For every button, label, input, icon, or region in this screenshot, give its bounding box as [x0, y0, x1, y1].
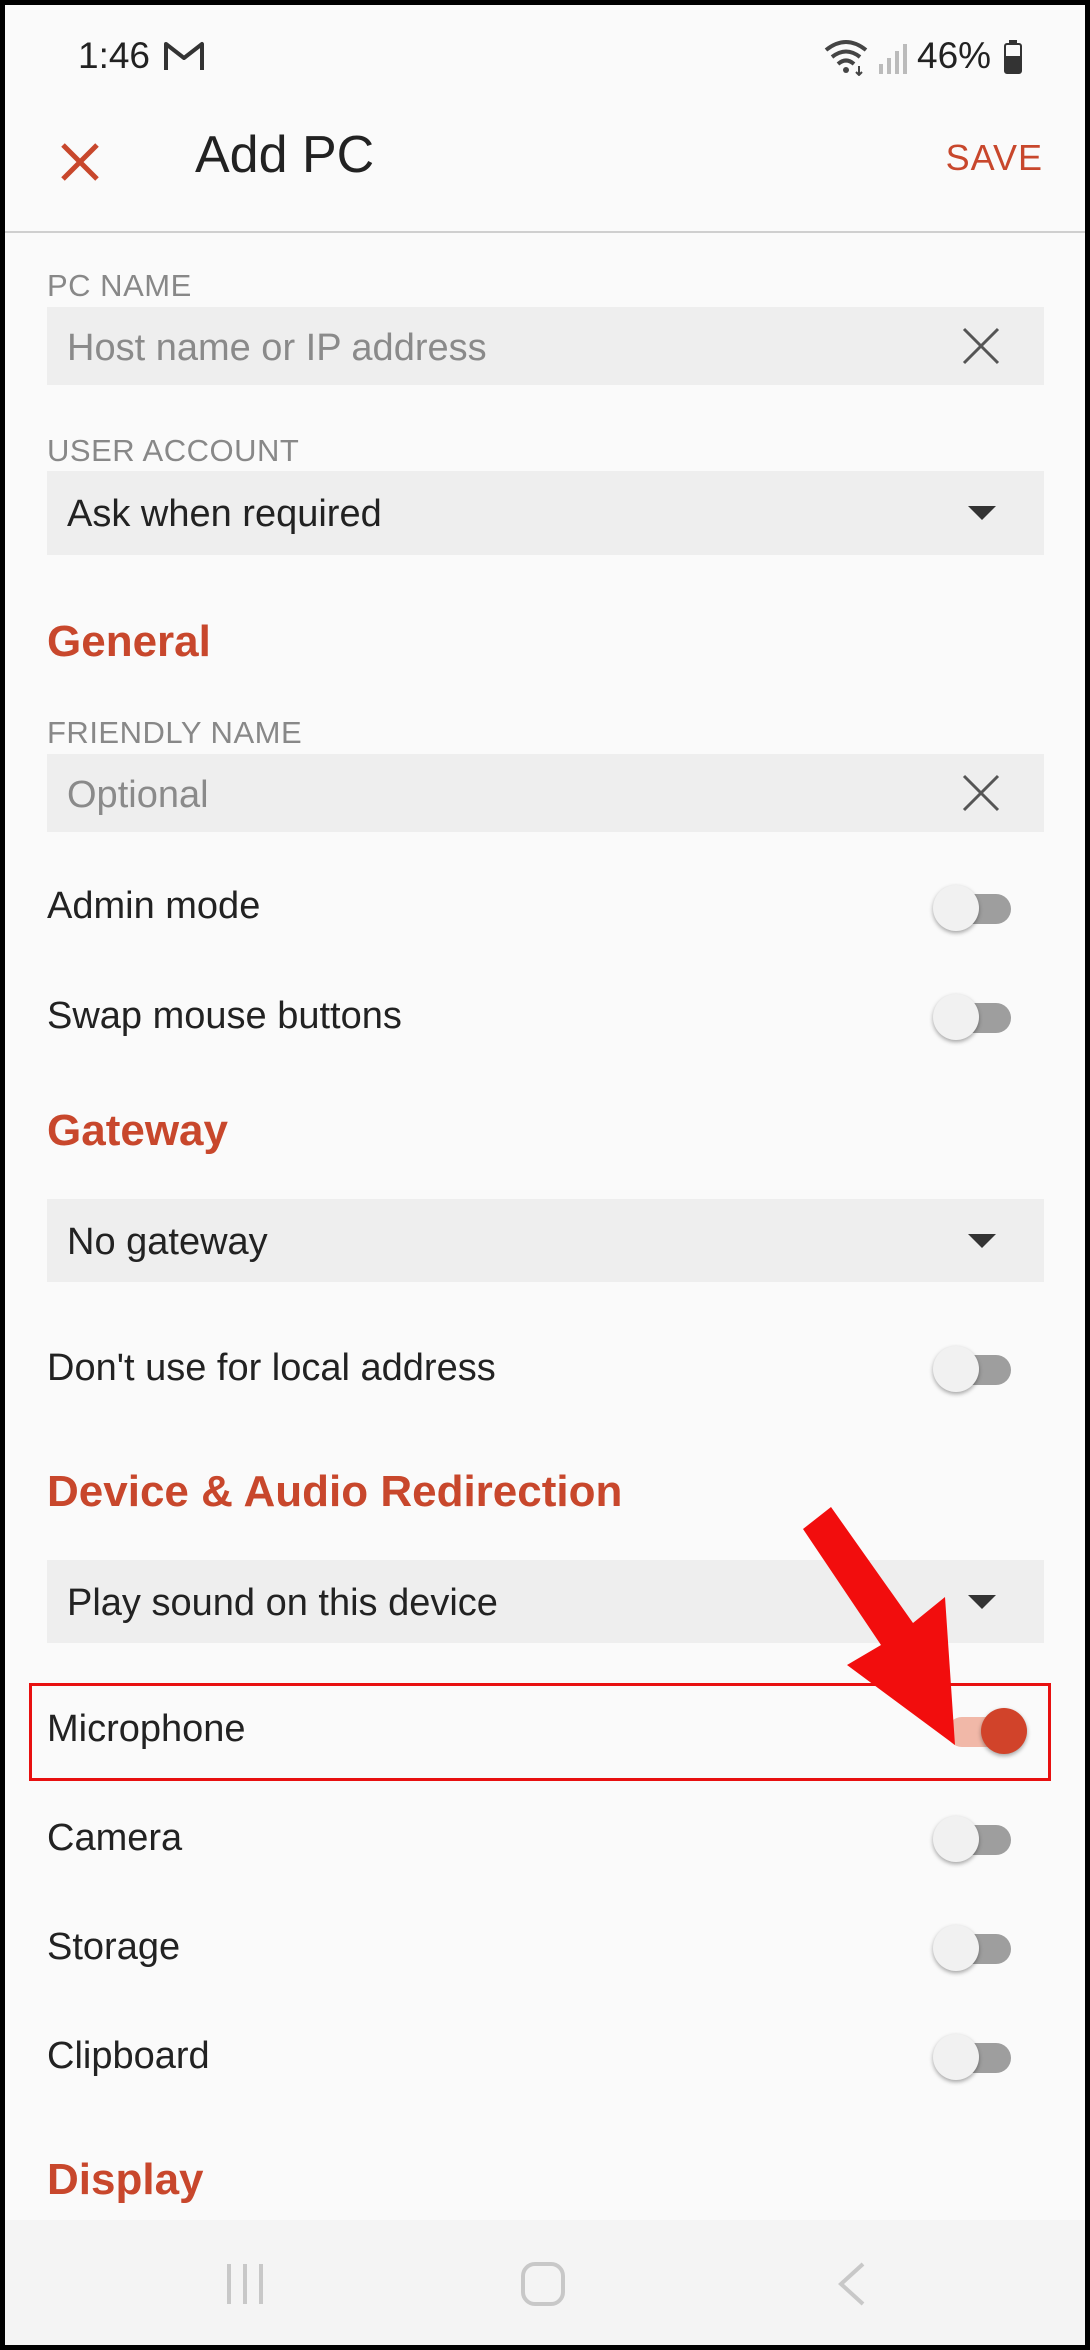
screen: 1:46 46% Add PC SAVE PC NAME Host name o… — [5, 5, 1085, 2345]
dropdown-icon — [968, 1234, 996, 1248]
storage-toggle[interactable] — [933, 1917, 1015, 1977]
local-address-label: Don't use for local address — [47, 1347, 496, 1389]
app-bar: Add PC SAVE — [5, 105, 1085, 233]
pc-name-label: PC NAME — [47, 268, 192, 303]
system-nav-bar — [5, 2220, 1085, 2345]
section-display: Display — [47, 2155, 204, 2204]
clear-icon[interactable] — [962, 327, 1000, 365]
status-time: 1:46 — [78, 35, 151, 76]
status-bar: 1:46 46% — [5, 5, 1085, 105]
pc-name-placeholder: Host name or IP address — [67, 327, 487, 369]
section-general: General — [47, 617, 211, 666]
gmail-icon — [164, 42, 204, 70]
section-device-audio: Device & Audio Redirection — [47, 1467, 623, 1516]
admin-mode-label: Admin mode — [47, 885, 261, 927]
recent-apps-icon[interactable] — [223, 2260, 267, 2308]
page-title: Add PC — [195, 126, 375, 184]
swap-mouse-label: Swap mouse buttons — [47, 995, 402, 1037]
user-account-dropdown[interactable]: Ask when required — [47, 471, 1044, 555]
clipboard-label: Clipboard — [47, 2035, 210, 2077]
close-icon[interactable] — [55, 137, 105, 187]
battery-icon — [1004, 40, 1022, 74]
clipboard-toggle[interactable] — [933, 2026, 1015, 2086]
section-gateway: Gateway — [47, 1106, 228, 1155]
gateway-dropdown[interactable]: No gateway — [47, 1199, 1044, 1282]
storage-label: Storage — [47, 1926, 181, 1968]
user-account-label: USER ACCOUNT — [47, 433, 300, 468]
friendly-name-label: FRIENDLY NAME — [47, 715, 303, 750]
admin-mode-toggle[interactable] — [933, 877, 1015, 937]
camera-toggle[interactable] — [933, 1808, 1015, 1868]
friendly-name-field[interactable]: Optional — [47, 754, 1044, 832]
swap-mouse-toggle[interactable] — [933, 986, 1015, 1046]
sound-value: Play sound on this device — [67, 1582, 498, 1624]
home-icon[interactable] — [519, 2260, 567, 2308]
gateway-value: No gateway — [67, 1221, 268, 1263]
back-icon[interactable] — [833, 2260, 869, 2308]
friendly-name-placeholder: Optional — [67, 774, 209, 816]
battery-percent: 46% — [917, 35, 992, 76]
pc-name-field[interactable]: Host name or IP address — [47, 307, 1044, 385]
pointer-arrow-icon — [803, 1507, 955, 1745]
signal-icon — [879, 44, 907, 74]
wifi-icon — [824, 40, 868, 76]
camera-label: Camera — [47, 1817, 183, 1859]
user-account-value: Ask when required — [67, 493, 382, 535]
clear-icon[interactable] — [962, 774, 1000, 812]
local-address-toggle[interactable] — [933, 1338, 1015, 1398]
dropdown-icon — [968, 506, 996, 520]
save-button[interactable]: SAVE — [946, 137, 1043, 179]
